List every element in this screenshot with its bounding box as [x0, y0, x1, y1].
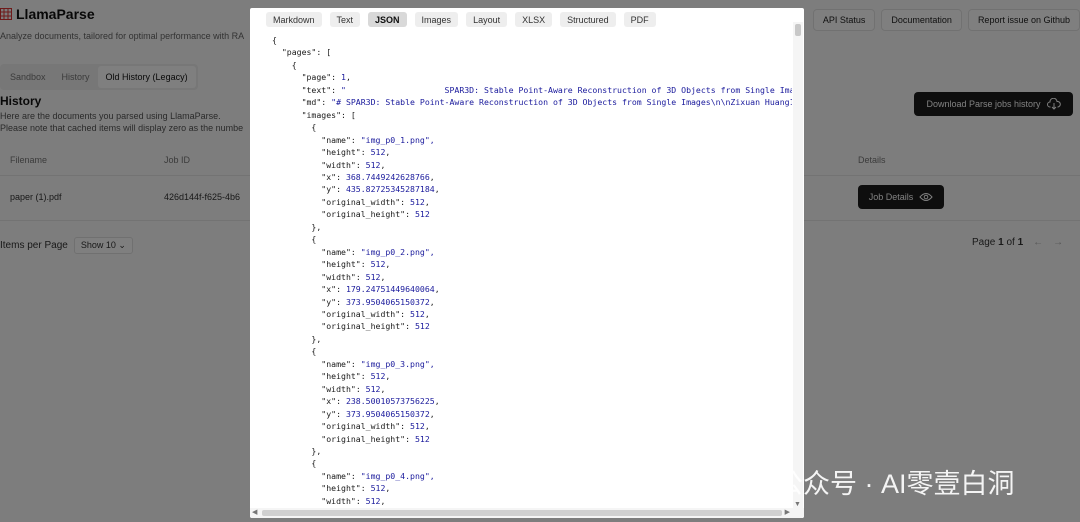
wechat-watermark: 公众号 · AI零壹白洞: [728, 462, 1015, 501]
json-line: "original_width": 512,: [321, 196, 430, 207]
json-line: "original_width": 512,: [321, 308, 430, 319]
json-line: },: [272, 445, 322, 456]
tab-markdown[interactable]: Markdown: [266, 12, 322, 27]
json-line: "height": 512,: [321, 259, 391, 270]
json-line: {: [272, 234, 317, 245]
json-line: "original_height": 512: [321, 321, 430, 332]
json-line: "y": 373.9504065150372,: [321, 296, 435, 307]
json-line: "y": 435.82725345287184,: [321, 184, 440, 195]
json-line: "text": " SPAR3D: Stable Point-Aware Rec…: [301, 84, 792, 95]
scroll-down-arrow-icon[interactable]: ▼: [794, 501, 801, 508]
json-line: "height": 512,: [321, 147, 391, 158]
tab-structured[interactable]: Structured: [560, 12, 616, 27]
json-line: },: [272, 333, 322, 344]
json-line: "name": "img_p0_2.png",: [321, 246, 435, 257]
json-line: "name": "img_p0_3.png",: [321, 358, 435, 369]
json-line: "pages": [: [281, 47, 332, 58]
json-line: "x": 368.7449242628766,: [321, 171, 435, 182]
json-line: "x": 179.24751449640064,: [321, 284, 440, 295]
format-tabs: Markdown Text JSON Images Layout XLSX St…: [266, 12, 656, 27]
json-line: {: [272, 122, 317, 133]
vertical-scrollbar[interactable]: ▼: [793, 22, 803, 508]
json-line: "width": 512,: [321, 495, 386, 506]
wechat-logo-icon: [729, 467, 766, 494]
json-viewer[interactable]: { "pages": [ { "page": 1, "text": " SPAR…: [272, 34, 792, 506]
vertical-scroll-thumb[interactable]: [795, 24, 801, 36]
tab-layout[interactable]: Layout: [466, 12, 508, 27]
json-line: {: [272, 458, 317, 469]
json-line: "images": [: [301, 109, 356, 120]
json-line: "original_height": 512: [321, 209, 430, 220]
watermark-text: 公众号 · AI零壹白洞: [776, 469, 1015, 499]
json-line: "original_height": 512: [321, 433, 430, 444]
tab-json[interactable]: JSON: [368, 12, 407, 27]
json-line: "page": 1,: [301, 72, 351, 83]
json-line: {: [272, 35, 277, 45]
json-line: "height": 512,: [321, 371, 391, 382]
json-line: "y": 373.9504065150372,: [321, 408, 435, 419]
tab-xlsx[interactable]: XLSX: [515, 12, 553, 27]
json-line: },: [272, 221, 322, 232]
scroll-left-arrow-icon[interactable]: ◀: [252, 508, 257, 516]
json-line: "x": 238.50010573756225,: [321, 396, 440, 407]
json-line: {: [272, 59, 297, 70]
json-line: "name": "img_p0_4.png",: [321, 470, 435, 481]
tab-text[interactable]: Text: [329, 12, 361, 27]
tab-images[interactable]: Images: [414, 12, 459, 27]
json-line: {: [272, 346, 317, 357]
scroll-right-arrow-icon[interactable]: ▶: [785, 508, 790, 516]
json-line: "name": "img_p0_1.png",: [321, 134, 435, 145]
json-line: "width": 512,: [321, 383, 386, 394]
json-line: "original_width": 512,: [321, 421, 430, 432]
horizontal-scroll-thumb[interactable]: [262, 510, 782, 516]
json-line: "height": 512,: [321, 483, 391, 494]
tab-pdf[interactable]: PDF: [623, 12, 656, 27]
json-line: "width": 512,: [321, 271, 386, 282]
result-viewer-modal: Markdown Text JSON Images Layout XLSX St…: [250, 8, 804, 518]
horizontal-scrollbar[interactable]: ◀ ▶: [250, 508, 804, 518]
json-line: "md": "# SPAR3D: Stable Point-Aware Reco…: [301, 97, 792, 108]
json-line: "width": 512,: [321, 159, 386, 170]
